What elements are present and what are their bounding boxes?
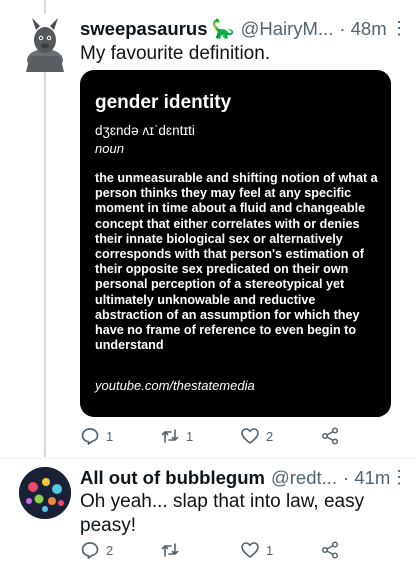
tweet-text: My favourite definition. [80, 43, 271, 64]
avatar[interactable] [22, 16, 68, 72]
reply-button[interactable]: 1 [80, 426, 113, 446]
retweet-icon [161, 543, 179, 557]
definition-card-image[interactable]: gender identity dʒɛndə ʌɪˈdɛntɪti noun t… [80, 70, 391, 417]
reply-count: 1 [106, 428, 114, 444]
like-button[interactable]: 1 [240, 540, 273, 560]
reply-icon [81, 542, 99, 559]
retweet-button[interactable]: 1 [160, 426, 193, 446]
thread-line [44, 72, 46, 457]
tweet-text: Oh yeah... slap that into law, easy peas… [80, 491, 365, 536]
user-handle[interactable]: @HairyM... [241, 18, 334, 40]
share-icon [321, 541, 339, 559]
definition-source: youtube.com/thestatemedia [95, 378, 255, 393]
retweet-count: 1 [186, 428, 194, 444]
share-button[interactable] [320, 426, 340, 446]
timestamp[interactable]: · 41m [343, 467, 390, 489]
display-name[interactable]: All out of bubblegum [80, 467, 265, 489]
definition-word: gender identity [95, 92, 232, 113]
retweet-icon [161, 429, 179, 443]
user-handle[interactable]: @redt... [271, 467, 337, 489]
tweet-actions: 1 1 2 [80, 426, 400, 448]
share-icon [321, 427, 339, 445]
retweet-button[interactable] [160, 540, 186, 560]
tweet-actions: 2 1 [80, 540, 400, 562]
like-count: 2 [266, 428, 274, 444]
tweet-header: sweepasaurus 🦕 @HairyM... · 48m [80, 18, 387, 40]
definition-part-of-speech: noun [95, 141, 124, 156]
reply-button[interactable]: 2 [80, 540, 113, 560]
reply-count: 2 [106, 542, 114, 558]
avatar[interactable] [19, 467, 71, 519]
display-name[interactable]: sweepasaurus [80, 18, 208, 40]
like-count: 1 [266, 542, 274, 558]
tweet-divider [0, 458, 415, 459]
more-options-icon[interactable]: ⋮ [390, 467, 408, 488]
name-emoji: 🦕 [211, 18, 235, 39]
reply-icon [81, 428, 99, 445]
share-button[interactable] [320, 540, 340, 560]
like-button[interactable]: 2 [240, 426, 273, 446]
timestamp[interactable]: · 48m [339, 18, 386, 40]
more-options-icon[interactable]: ⋮ [390, 18, 408, 39]
heart-icon [241, 542, 259, 558]
heart-icon [241, 428, 259, 444]
definition-text: the unmeasurable and shifting notion of … [95, 171, 378, 353]
definition-pronunciation: dʒɛndə ʌɪˈdɛntɪti [95, 123, 195, 138]
tweet-header: All out of bubblegum @redt... · 41m [80, 467, 390, 489]
thread-line-top [44, 0, 46, 14]
